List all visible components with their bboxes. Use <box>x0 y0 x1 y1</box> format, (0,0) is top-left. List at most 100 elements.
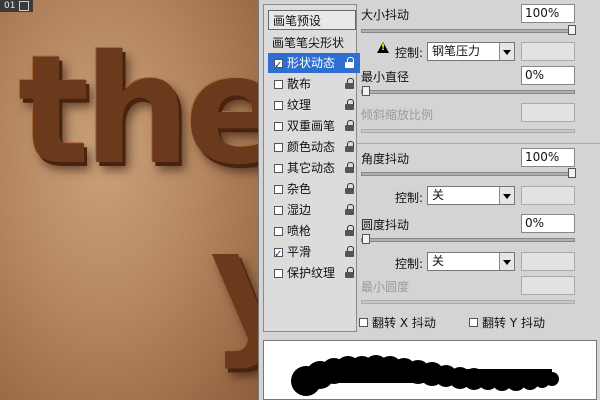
document-tab[interactable]: 01 <box>0 0 34 12</box>
lock-icon[interactable] <box>345 78 354 89</box>
flip-y-checkbox[interactable] <box>469 318 478 327</box>
slider-thumb[interactable] <box>362 86 370 96</box>
option-texture[interactable]: 纹理 <box>268 95 360 115</box>
chevron-down-icon <box>499 43 514 60</box>
option-color-dynamics[interactable]: 颜色动态 <box>268 137 360 157</box>
size-control-value: 钢笔压力 <box>432 44 481 58</box>
angle-jitter-slider[interactable] <box>361 168 576 178</box>
brush-tip-shape-item[interactable]: 画笔笔尖形状 <box>268 35 360 51</box>
roundness-control-amount-field <box>521 252 575 271</box>
brush-options-list: 画笔预设 画笔笔尖形状 形状动态 散布 纹理 双重画笔 颜色动态 <box>263 4 360 332</box>
shape-dynamics-settings: 大小抖动 100% 控制: 钢笔压力 最小直径 0% 倾斜缩放比例 角度抖动 1… <box>357 0 600 336</box>
option-wet-edges[interactable]: 湿边 <box>268 200 360 220</box>
option-label: 纹理 <box>287 98 312 112</box>
min-diameter-slider[interactable] <box>361 86 575 96</box>
chocolate-text-descender: y <box>210 210 258 360</box>
flip-y-toggle[interactable]: 翻转 Y 抖动 <box>469 314 545 331</box>
angle-jitter-label: 角度抖动 <box>361 152 410 166</box>
tilt-scale-field <box>521 103 575 122</box>
lock-icon[interactable] <box>345 267 354 278</box>
brush-presets-button[interactable]: 画笔预设 <box>268 10 356 30</box>
divider <box>357 143 600 144</box>
min-roundness-field <box>521 276 575 295</box>
option-label: 平滑 <box>287 245 312 259</box>
chocolate-text-artwork: the <box>18 24 258 198</box>
roundness-control-select[interactable]: 关 <box>427 252 515 271</box>
lock-icon[interactable] <box>345 141 354 152</box>
option-label: 杂色 <box>287 182 312 196</box>
document-canvas[interactable]: 01 the y <box>0 0 258 400</box>
lock-icon[interactable] <box>345 120 354 131</box>
size-jitter-field[interactable]: 100% <box>521 4 575 23</box>
brush-stroke-preview <box>263 340 597 400</box>
option-airbrush[interactable]: 喷枪 <box>268 221 360 241</box>
roundness-jitter-label: 圆度抖动 <box>361 218 410 232</box>
lock-icon[interactable] <box>345 246 354 257</box>
brush-panel: 画笔预设 画笔笔尖形状 形状动态 散布 纹理 双重画笔 颜色动态 <box>258 0 600 400</box>
option-label: 湿边 <box>287 203 312 217</box>
smoothing-checkbox[interactable] <box>274 245 283 265</box>
size-jitter-label: 大小抖动 <box>361 8 410 22</box>
angle-control-amount-field <box>521 186 575 205</box>
option-dual-brush[interactable]: 双重画笔 <box>268 116 360 136</box>
chevron-down-icon <box>499 253 514 270</box>
airbrush-checkbox[interactable] <box>274 226 283 236</box>
option-label: 喷枪 <box>287 224 312 238</box>
noise-checkbox[interactable] <box>274 184 283 194</box>
wet-edges-checkbox[interactable] <box>274 205 283 215</box>
option-shape-dynamics[interactable]: 形状动态 <box>268 53 360 76</box>
min-roundness-label: 最小圆度 <box>361 280 410 294</box>
flip-x-label: 翻转 X 抖动 <box>372 316 436 330</box>
option-label: 双重画笔 <box>287 119 336 133</box>
option-label: 其它动态 <box>287 161 336 175</box>
flip-x-toggle[interactable]: 翻转 X 抖动 <box>359 314 436 331</box>
brush-stroke-graphic <box>291 355 559 396</box>
document-icon <box>19 1 30 11</box>
texture-checkbox[interactable] <box>274 100 283 110</box>
chevron-down-icon <box>499 187 514 204</box>
angle-control-label: 控制: <box>395 191 424 205</box>
lock-icon[interactable] <box>345 183 354 194</box>
size-control-amount-field <box>521 42 575 61</box>
roundness-jitter-field[interactable]: 0% <box>521 214 575 233</box>
min-diameter-field[interactable]: 0% <box>521 66 575 85</box>
flip-y-label: 翻转 Y 抖动 <box>482 316 545 330</box>
roundness-jitter-slider[interactable] <box>361 234 575 244</box>
other-dynamics-checkbox[interactable] <box>274 163 283 173</box>
warning-icon <box>377 42 389 53</box>
slider-thumb[interactable] <box>568 25 576 35</box>
option-protect-texture[interactable]: 保护纹理 <box>268 263 360 283</box>
size-jitter-slider[interactable] <box>361 25 576 35</box>
scattering-checkbox[interactable] <box>274 79 283 89</box>
protect-texture-checkbox[interactable] <box>274 268 283 278</box>
size-control-select[interactable]: 钢笔压力 <box>427 42 515 61</box>
size-control-label: 控制: <box>395 46 424 60</box>
roundness-control-label: 控制: <box>395 257 424 271</box>
lock-icon[interactable] <box>345 225 354 236</box>
option-scattering[interactable]: 散布 <box>268 74 360 94</box>
angle-control-value: 关 <box>432 188 445 202</box>
option-smoothing[interactable]: 平滑 <box>268 242 360 265</box>
option-label: 保护纹理 <box>287 266 336 280</box>
flip-x-checkbox[interactable] <box>359 318 368 327</box>
slider-thumb[interactable] <box>362 234 370 244</box>
shape-dynamics-checkbox[interactable] <box>274 56 283 76</box>
lock-icon[interactable] <box>345 99 354 110</box>
tilt-scale-slider <box>361 129 575 133</box>
slider-thumb[interactable] <box>568 168 576 178</box>
min-roundness-slider <box>361 300 575 304</box>
angle-control-select[interactable]: 关 <box>427 186 515 205</box>
lock-icon[interactable] <box>345 162 354 173</box>
dual-brush-checkbox[interactable] <box>274 121 283 131</box>
roundness-control-value: 关 <box>432 254 445 268</box>
color-dynamics-checkbox[interactable] <box>274 142 283 152</box>
min-diameter-label: 最小直径 <box>361 70 410 84</box>
option-label: 形状动态 <box>287 56 336 70</box>
angle-jitter-field[interactable]: 100% <box>521 148 575 167</box>
lock-icon[interactable] <box>345 204 354 215</box>
option-other-dynamics[interactable]: 其它动态 <box>268 158 360 178</box>
option-noise[interactable]: 杂色 <box>268 179 360 199</box>
lock-icon[interactable] <box>345 57 354 68</box>
document-tab-label: 01 <box>4 1 16 11</box>
option-label: 散布 <box>287 77 312 91</box>
